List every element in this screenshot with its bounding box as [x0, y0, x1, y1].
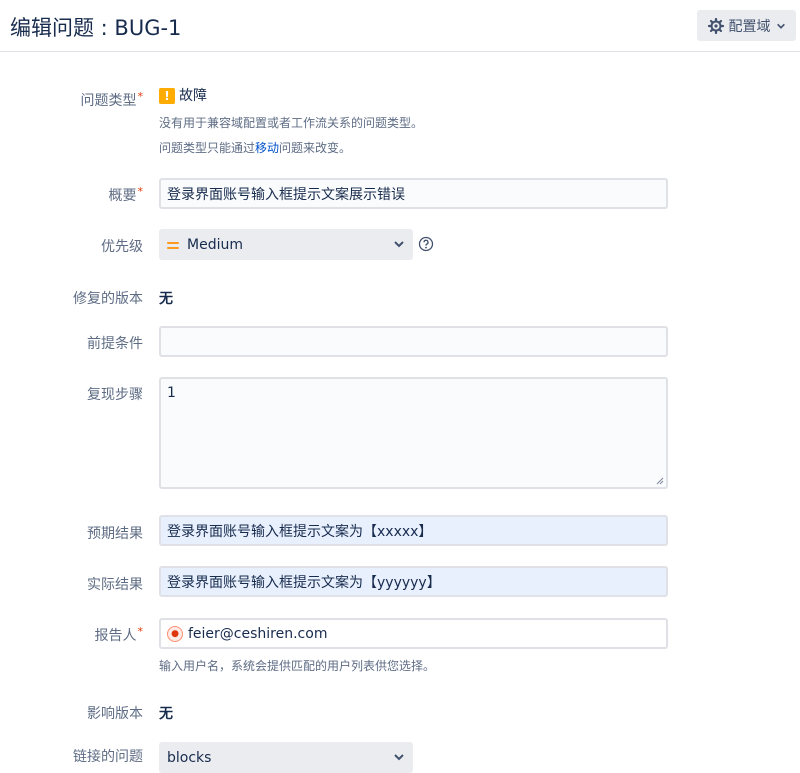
move-link[interactable]: 移动	[255, 141, 279, 155]
chevron-down-icon	[394, 754, 404, 761]
priority-medium-icon	[167, 240, 179, 250]
summary-input[interactable]: 登录界面账号输入框提示文案展示错误	[159, 178, 668, 209]
configure-fields-label: 配置域	[728, 18, 771, 35]
linked-issues-label: 链接的问题	[73, 749, 143, 765]
precondition-label: 前提条件	[87, 336, 143, 352]
fix-version-value: 无	[159, 291, 173, 307]
actual-label: 实际结果	[87, 577, 143, 593]
summary-label: 概要*	[108, 185, 144, 204]
warning-icon: !	[159, 88, 175, 104]
required-marker: *	[137, 185, 144, 198]
priority-select[interactable]: Medium	[159, 229, 413, 260]
help-icon[interactable]	[418, 236, 434, 252]
configure-fields-button[interactable]: 配置域	[697, 10, 796, 41]
required-marker: *	[137, 625, 144, 638]
precondition-input[interactable]	[159, 326, 668, 357]
reporter-label: 报告人*	[94, 625, 144, 644]
page-header: 编辑问题 : BUG-1 配置域	[0, 0, 800, 52]
affects-version-value: 无	[159, 706, 173, 722]
priority-label: 优先级	[101, 239, 143, 255]
issue-type-label: 问题类型*	[80, 90, 144, 109]
affects-version-label: 影响版本	[87, 706, 143, 722]
fix-version-label: 修复的版本	[73, 291, 143, 307]
issue-type-hint: 没有用于兼容域配置或者工作流关系的问题类型。	[159, 116, 424, 130]
required-marker: *	[137, 90, 144, 103]
linked-issues-select[interactable]: blocks	[159, 742, 413, 773]
page-title: 编辑问题 : BUG-1	[10, 16, 182, 40]
actual-input[interactable]: 登录界面账号输入框提示文案为【yyyyyy】	[159, 566, 668, 597]
expected-label: 预期结果	[87, 526, 143, 542]
chevron-down-icon	[394, 241, 404, 248]
expected-input[interactable]: 登录界面账号输入框提示文案为【xxxxx】	[159, 515, 668, 546]
issue-type-move-hint: 问题类型只能通过移动问题来改变。	[159, 141, 352, 155]
gear-icon	[707, 17, 724, 34]
reporter-hint: 输入用户名，系统会提供匹配的用户列表供您选择。	[159, 659, 436, 673]
steps-textarea[interactable]: 1	[159, 377, 668, 489]
avatar-icon: ●	[167, 625, 183, 642]
steps-label: 复现步骤	[87, 387, 143, 403]
issue-type-value: ! 故障	[159, 85, 207, 105]
resize-handle-icon[interactable]	[656, 477, 664, 485]
reporter-input[interactable]: ● feier@ceshiren.com	[159, 618, 668, 649]
chevron-down-icon	[776, 23, 785, 29]
